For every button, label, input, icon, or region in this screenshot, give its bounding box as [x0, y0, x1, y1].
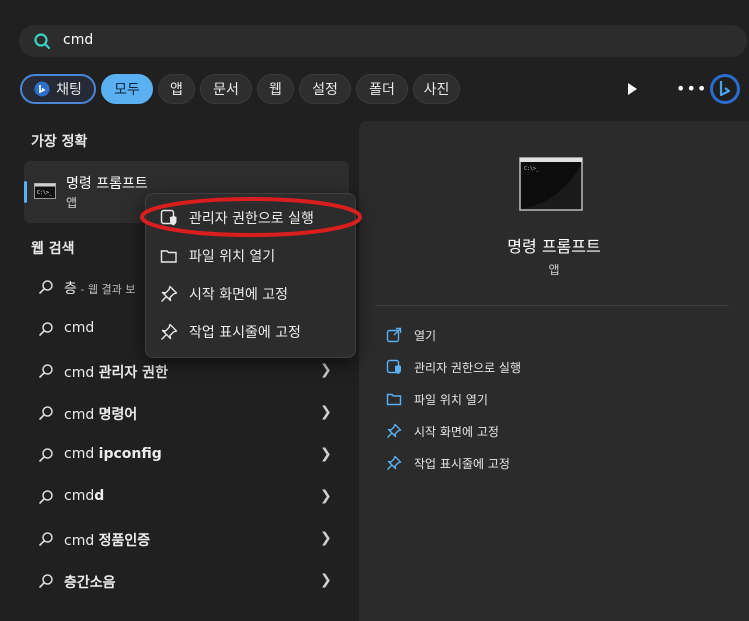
row-text: cmd	[64, 488, 95, 504]
admin-shield-icon	[386, 359, 401, 374]
row-text: cmd	[64, 365, 99, 381]
action-open-label: 열기	[414, 328, 437, 343]
open-external-icon	[386, 327, 402, 343]
search-icon	[38, 406, 53, 421]
filter-all-button[interactable]: 모두	[101, 74, 153, 104]
divider	[375, 305, 729, 306]
context-menu: 관리자 권한으로 실행 파일 위치 열기 시작 화면에 고정 작업 표시줄에 고…	[145, 193, 356, 358]
svg-text:C:\>_: C:\>_	[524, 166, 540, 172]
row-text: 층	[64, 281, 77, 297]
web-search-title: 웹 검색	[31, 241, 75, 257]
filter-apps-button[interactable]: 앱	[158, 74, 195, 104]
row-bold: d	[94, 488, 105, 504]
chevron-right-icon[interactable]: ❯	[320, 572, 332, 588]
play-more-icon[interactable]	[625, 82, 639, 96]
menu-item-open-location[interactable]: 파일 위치 열기	[160, 245, 275, 267]
command-prompt-large-icon: C:\>_	[519, 157, 583, 211]
filter-apps-label: 앱	[170, 82, 183, 98]
action-open-location-label: 파일 위치 열기	[414, 392, 488, 407]
menu-item-open-location-label: 파일 위치 열기	[189, 249, 276, 265]
action-pin-taskbar[interactable]: 작업 표시줄에 고정	[386, 453, 510, 473]
search-icon	[38, 364, 53, 379]
details-subtitle: 앱	[548, 263, 560, 277]
best-match-type: 앱	[66, 196, 78, 210]
chevron-right-icon[interactable]: ❯	[320, 530, 332, 546]
filter-documents-button[interactable]: 문서	[200, 74, 252, 104]
bing-chat-icon[interactable]	[708, 72, 742, 106]
search-icon	[38, 448, 53, 463]
filter-photos-button[interactable]: 사진	[413, 74, 460, 104]
search-input[interactable]: cmd	[63, 32, 93, 48]
folder-icon	[386, 393, 402, 406]
search-icon	[38, 574, 53, 589]
web-search-row[interactable]: cmdd ❯	[24, 477, 349, 517]
svg-text:C:\>_: C:\>_	[37, 190, 53, 196]
filter-chat-button[interactable]: 채팅	[20, 74, 96, 104]
filter-folders-button[interactable]: 폴더	[356, 74, 408, 104]
web-search-row[interactable]: cmd 명령어 ❯	[24, 393, 349, 433]
details-panel: C:\>_ 명령 프롬프트 앱 열기 관리자 권한으로 실행 파일 위치 열기 …	[359, 121, 749, 621]
search-icon	[38, 532, 53, 547]
menu-item-pin-start[interactable]: 시작 화면에 고정	[160, 283, 288, 305]
command-prompt-icon: C:\>_	[34, 183, 56, 199]
search-box[interactable]: cmd	[19, 25, 747, 57]
chevron-right-icon[interactable]: ❯	[320, 446, 332, 462]
web-search-row[interactable]: cmd ipconfig ❯	[24, 435, 349, 475]
web-search-row[interactable]: cmd 정품인증 ❯	[24, 519, 349, 559]
search-icon	[34, 33, 51, 50]
best-match-name: 명령 프롬프트	[66, 176, 148, 192]
menu-item-pin-taskbar-label: 작업 표시줄에 고정	[189, 325, 301, 341]
action-pin-start[interactable]: 시작 화면에 고정	[386, 421, 499, 441]
filter-settings-label: 설정	[312, 82, 338, 98]
menu-item-pin-taskbar[interactable]: 작업 표시줄에 고정	[160, 321, 301, 343]
pin-icon	[387, 455, 402, 470]
filter-settings-button[interactable]: 설정	[299, 74, 351, 104]
row-bold: ipconfig	[98, 446, 162, 462]
action-pin-taskbar-label: 작업 표시줄에 고정	[414, 456, 510, 471]
row-text: cmd	[64, 446, 99, 462]
filter-photos-label: 사진	[423, 82, 450, 98]
selection-indicator	[24, 181, 27, 203]
filter-folders-label: 폴더	[369, 82, 395, 98]
pin-icon	[387, 423, 402, 438]
menu-item-run-as-admin-label: 관리자 권한으로 실행	[189, 211, 314, 227]
pin-icon	[161, 285, 178, 302]
filter-web-button[interactable]: 웹	[257, 74, 294, 104]
chevron-right-icon[interactable]: ❯	[320, 362, 332, 378]
search-icon	[38, 280, 53, 295]
row-text: cmd	[64, 533, 99, 549]
filter-chat-label: 채팅	[56, 82, 82, 98]
pin-icon	[161, 323, 178, 340]
menu-item-pin-start-label: 시작 화면에 고정	[189, 287, 289, 303]
filter-all-label: 모두	[114, 82, 140, 98]
action-open[interactable]: 열기	[386, 325, 436, 345]
row-bold: 층간소음	[64, 575, 116, 591]
search-icon	[38, 322, 53, 337]
row-text: cmd	[64, 407, 99, 423]
action-pin-start-label: 시작 화면에 고정	[414, 424, 499, 439]
search-icon	[38, 490, 53, 505]
chevron-right-icon[interactable]: ❯	[320, 404, 332, 420]
web-search-row[interactable]: 층간소음 ❯	[24, 561, 349, 601]
menu-item-run-as-admin[interactable]: 관리자 권한으로 실행	[160, 207, 314, 229]
bing-icon	[34, 81, 50, 97]
row-bold: 정품인증	[98, 533, 151, 549]
best-match-title: 가장 정확	[31, 134, 88, 150]
details-title: 명령 프롬프트	[507, 237, 601, 256]
filter-documents-label: 문서	[213, 82, 239, 98]
row-bold: 명령어	[98, 407, 138, 423]
action-run-as-admin[interactable]: 관리자 권한으로 실행	[386, 357, 521, 377]
more-options-icon[interactable]: •••	[676, 79, 707, 98]
chevron-right-icon[interactable]: ❯	[320, 488, 332, 504]
row-text: cmd	[64, 320, 95, 336]
row-suffix: - 웹 결과 보	[76, 283, 136, 296]
action-run-as-admin-label: 관리자 권한으로 실행	[414, 360, 521, 375]
row-bold: 관리자 권한	[98, 365, 168, 381]
folder-icon	[160, 250, 177, 263]
action-open-location[interactable]: 파일 위치 열기	[386, 389, 488, 409]
admin-shield-icon	[160, 209, 177, 226]
filter-web-label: 웹	[269, 82, 282, 98]
